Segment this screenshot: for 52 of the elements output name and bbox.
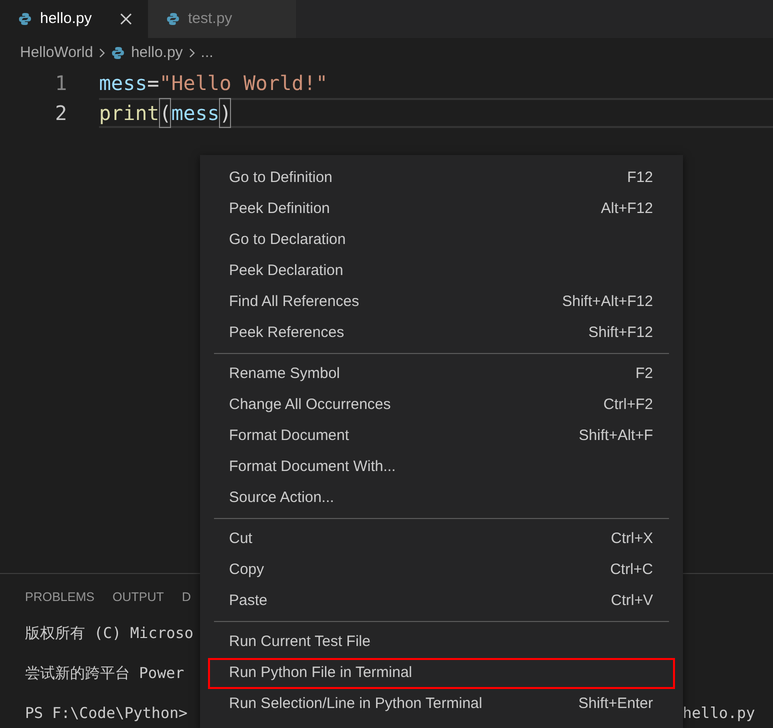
terminal-line: 版权所有 (C) Microso [25, 623, 194, 644]
shortcut-label: Ctrl+V [610, 591, 653, 612]
shortcut-label: Ctrl+C [610, 560, 653, 580]
shortcut-label: F12 [627, 168, 653, 188]
menu-item[interactable]: Cut Ctrl+X [208, 524, 675, 555]
code-line: print(mess) [99, 98, 773, 128]
shortcut-label: Shift+F12 [588, 323, 653, 344]
line-number: 2 [54, 100, 68, 127]
chevron-icon [188, 48, 195, 58]
menu-item[interactable]: Change All Occurrences Ctrl+F2 [208, 390, 675, 421]
menu-item[interactable]: Rename Symbol F2 [208, 359, 675, 390]
shortcut-label: Ctrl+F2 [603, 395, 653, 416]
shortcut-label: Shift+Alt+F12 [562, 292, 653, 312]
line-number: 1 [54, 70, 68, 97]
breadcrumb-item[interactable]: HelloWorld [20, 42, 94, 64]
shortcut-label: Ctrl+X [610, 529, 653, 550]
close-icon[interactable] [120, 13, 132, 25]
menu-item[interactable]: Peek Definition Alt+F12 [208, 194, 675, 225]
python-icon [18, 12, 32, 26]
panel-tab[interactable]: PROBLEMS [25, 588, 94, 618]
menu-item[interactable]: Peek References Shift+F12 [208, 318, 675, 349]
breadcrumb-item[interactable]: ... [200, 42, 214, 64]
menu-item[interactable]: Source Action... [208, 483, 675, 514]
menu-item[interactable]: Copy Ctrl+C [208, 555, 675, 586]
chevron-icon [99, 48, 106, 58]
menu-item[interactable]: Format Document Shift+Alt+F [208, 421, 675, 452]
panel-tab[interactable]: OUTPUT [112, 588, 164, 618]
shortcut-label: Shift+Alt+F [578, 426, 653, 446]
menu-item[interactable]: Go to Declaration [208, 225, 675, 256]
terminal-line: PS F:\Code\Python> [25, 703, 188, 724]
breadcrumb-item[interactable]: hello.py [131, 42, 183, 64]
python-icon [166, 12, 180, 26]
editor-tab[interactable]: test.py [148, 0, 296, 38]
tab-label: hello.py [40, 8, 93, 29]
menu-item[interactable]: Run Python File in Terminal [208, 658, 675, 689]
terminal-line: 尝试新的跨平台 Power [25, 663, 184, 684]
shortcut-label: Shift+Enter [578, 694, 653, 714]
panel-tab[interactable]: D [182, 588, 191, 618]
menu-item[interactable]: Paste Ctrl+V [208, 586, 675, 617]
menu-item[interactable]: Run Current Test File [208, 627, 675, 658]
code-line: mess="Hello World!" [99, 70, 329, 97]
menu-item[interactable]: Go to Definition F12 [208, 163, 675, 194]
editor-tab[interactable]: hello.py [0, 0, 148, 38]
terminal-text: hello.py [682, 703, 755, 724]
menu-item[interactable]: Run Selection/Line in Python Terminal Shift+Enter [208, 689, 675, 720]
menu-item[interactable]: Peek Declaration [208, 256, 675, 287]
menu-item[interactable]: Find All References Shift+Alt+F12 [208, 287, 675, 318]
tab-label: test.py [188, 8, 234, 29]
python-icon [111, 46, 126, 60]
menu-item[interactable]: Format Document With... [208, 452, 675, 483]
shortcut-label: Alt+F12 [600, 199, 653, 220]
shortcut-label: F2 [635, 364, 653, 384]
